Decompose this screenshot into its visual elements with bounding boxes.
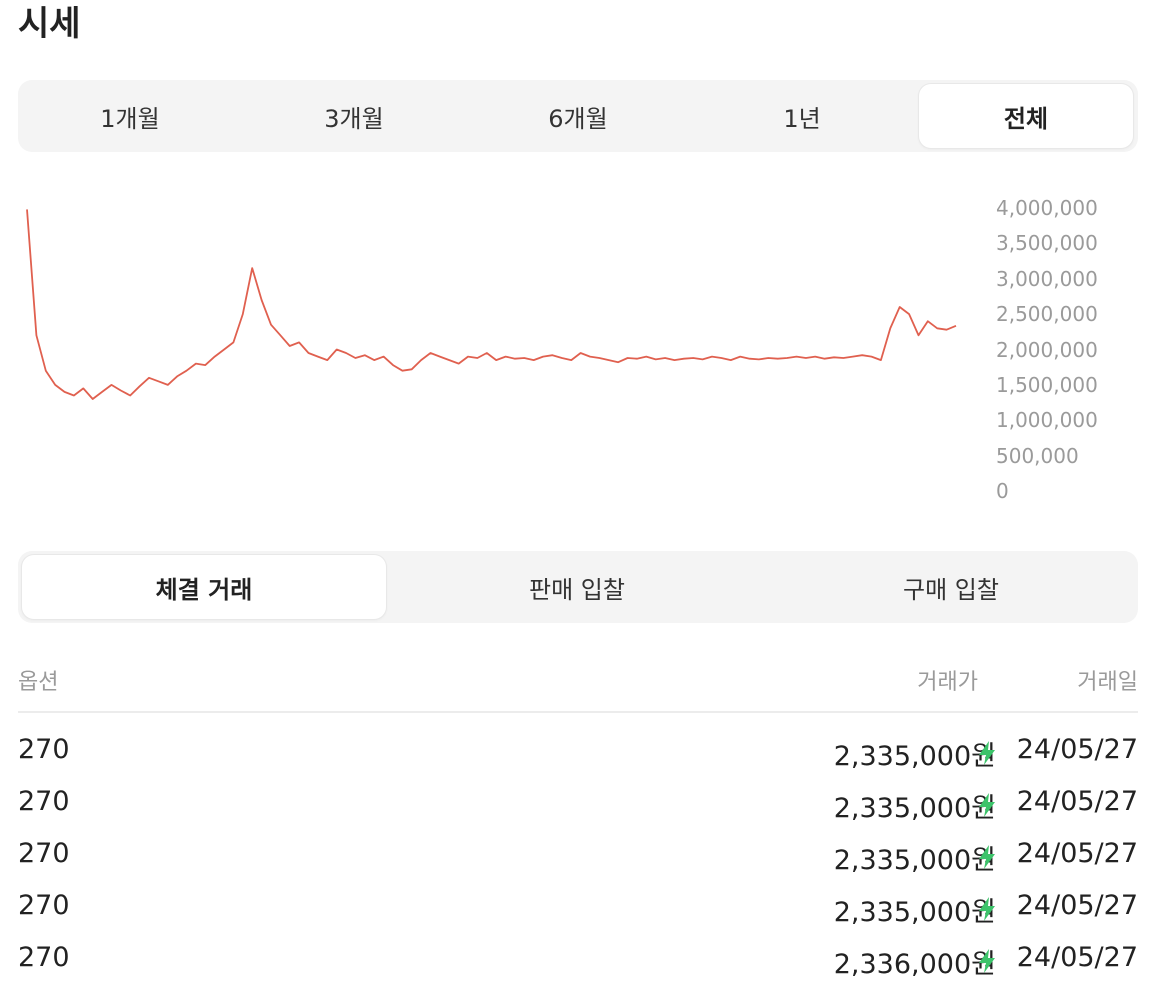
price-chart-plot: [26, 209, 957, 400]
row-date: 24/05/27: [1016, 734, 1138, 765]
lightning-icon: [979, 897, 995, 921]
row-price: 2,335,000원: [833, 793, 996, 824]
row-option: 270: [18, 838, 70, 869]
tab-buy-bids[interactable]: 구매 입찰: [764, 555, 1138, 619]
y-tick-label: 500,000: [996, 443, 1079, 468]
row-date: 24/05/27: [1016, 786, 1138, 817]
tab-1-year[interactable]: 1년: [690, 84, 914, 148]
tab-3-months[interactable]: 3개월: [242, 84, 466, 148]
lightning-icon: [979, 793, 995, 817]
row-date: 24/05/27: [1016, 890, 1138, 921]
header-price: 거래가: [917, 670, 978, 695]
table-row: 270 2,335,000원 24/05/27: [18, 778, 1138, 830]
period-tab-bar: 1개월 3개월 6개월 1년 전체: [18, 80, 1138, 152]
header-date: 거래일: [1077, 670, 1138, 695]
table-header: 옵션 거래가 거래일: [18, 660, 1138, 700]
y-tick-label: 3,000,000: [996, 266, 1098, 291]
row-date: 24/05/27: [1016, 838, 1138, 869]
row-option: 270: [18, 942, 70, 973]
tab-sell-bids[interactable]: 판매 입찰: [390, 555, 764, 619]
y-tick-label: 0: [996, 479, 1009, 503]
row-option: 270: [18, 890, 70, 921]
row-price: 2,336,000원: [833, 949, 996, 980]
table-divider: [18, 711, 1138, 713]
tab-all[interactable]: 전체: [919, 84, 1133, 148]
trade-tab-bar: 체결 거래 판매 입찰 구매 입찰: [18, 551, 1138, 623]
row-option: 270: [18, 786, 70, 817]
tab-completed-trades[interactable]: 체결 거래: [22, 555, 386, 619]
y-tick-label: 1,000,000: [996, 408, 1098, 433]
lightning-icon: [979, 845, 995, 869]
row-price: 2,335,000원: [833, 897, 996, 928]
y-tick-label: 2,000,000: [996, 337, 1098, 362]
row-price: 2,335,000원: [833, 741, 996, 772]
table-row: 270 2,335,000원 24/05/27: [18, 726, 1138, 778]
table-row: 270 2,335,000원 24/05/27: [18, 882, 1138, 934]
y-tick-label: 2,500,000: [996, 302, 1098, 327]
lightning-icon: [979, 949, 995, 973]
price-series-line: [26, 209, 957, 400]
row-date: 24/05/27: [1016, 942, 1138, 973]
table-row: 270 2,336,000원 24/05/27: [18, 934, 1138, 986]
price-chart[interactable]: 4,000,000 3,500,000 3,000,000 2,500,000 2,00…: [0, 160, 1152, 520]
tab-6-months[interactable]: 6개월: [466, 84, 690, 148]
lightning-icon: [979, 741, 995, 765]
y-tick-label: 4,000,000: [996, 196, 1098, 220]
page-title: 시세: [18, 4, 81, 44]
y-tick-label: 1,500,000: [996, 372, 1098, 397]
row-price: 2,335,000원: [833, 845, 996, 876]
header-option: 옵션: [18, 670, 59, 695]
row-option: 270: [18, 734, 70, 765]
table-row: 270 2,335,000원 24/05/27: [18, 830, 1138, 882]
y-tick-label: 3,500,000: [996, 231, 1098, 256]
tab-1-month[interactable]: 1개월: [18, 84, 242, 148]
